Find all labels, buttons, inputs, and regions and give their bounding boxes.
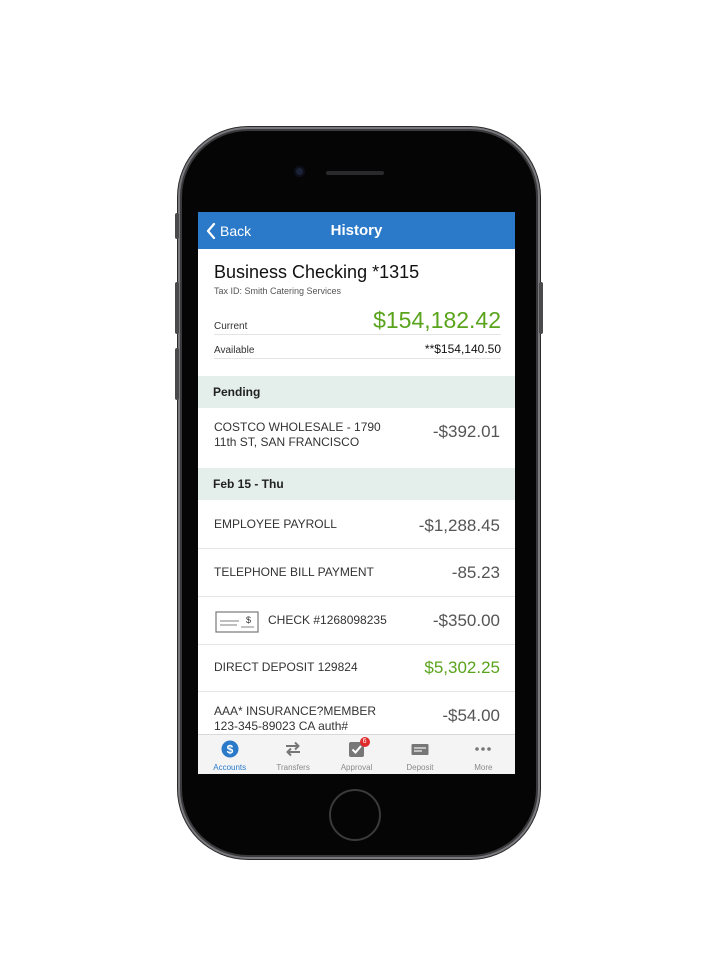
tab-accounts[interactable]: $ Accounts [198,735,261,774]
transaction-description: EMPLOYEE PAYROLL [214,517,337,531]
transaction-row[interactable]: $ CHECK #1268098235 -$350.00 [198,597,515,645]
account-name: Business Checking *1315 [214,262,420,282]
available-label: Available [214,345,255,356]
tab-label: Accounts [213,763,247,772]
front-camera [294,166,305,177]
tab-more[interactable]: More [452,735,515,774]
available-balance-row: Available **$154,140.50 [214,338,501,359]
tab-label: Deposit [406,763,434,772]
tab-label: More [474,763,493,772]
transaction-amount: $5,302.25 [424,658,500,677]
transaction-row[interactable]: DIRECT DEPOSIT 129824 $5,302.25 [198,645,515,692]
power-button [539,282,543,334]
back-label: Back [220,222,252,239]
transaction-amount: -85.23 [451,563,500,582]
current-balance: $154,182.42 [373,307,501,333]
more-dots-icon [475,747,492,751]
transaction-description: CHECK #1268098235 [268,613,387,627]
current-label: Current [214,321,248,332]
earpiece-speaker [326,171,384,175]
tab-deposit[interactable]: Deposit [388,735,451,774]
account-summary: Business Checking *1315 Tax ID: Smith Ca… [214,262,501,296]
section-header-pending: Pending [198,376,515,408]
section-label: Pending [213,385,261,399]
mute-switch [175,213,179,239]
transaction-row[interactable]: COSTCO WHOLESALE - 1790 11th ST, SAN FRA… [198,408,515,469]
section-label: Feb 15 - Thu [213,477,284,491]
tax-id: Tax ID: Smith Catering Services [214,286,342,296]
nav-bar: Back History [198,212,515,249]
transaction-description: DIRECT DEPOSIT 129824 [214,660,358,674]
transfer-arrows-icon [286,741,301,757]
transaction-amount: -$1,288.45 [418,516,500,535]
deposit-check-icon [411,744,429,755]
transaction-description: AAA* INSURANCE?MEMBER 123-345-89023 CA a… [214,704,377,733]
current-balance-row: Current $154,182.42 [214,307,501,335]
approval-badge: 6 [359,737,370,747]
tab-label: Transfers [276,763,310,772]
svg-text:$: $ [226,743,233,757]
back-button[interactable]: Back [206,212,251,249]
app-screen: Back History Business Checking *1315 Tax… [198,212,515,774]
check-image-icon: $ [215,611,259,633]
volume-down-button [175,348,179,400]
transaction-row[interactable]: EMPLOYEE PAYROLL -$1,288.45 [198,500,515,549]
transaction-amount: -$350.00 [432,611,500,630]
section-header-date: Feb 15 - Thu [198,468,515,500]
chevron-left-icon [206,222,216,239]
tab-bar: $ Accounts Transfers 6 Approval Deposit … [198,734,515,774]
tab-transfers[interactable]: Transfers [261,735,324,774]
svg-text:$: $ [246,615,251,625]
transaction-description: COSTCO WHOLESALE - 1790 11th ST, SAN FRA… [214,420,381,449]
transaction-row[interactable]: TELEPHONE BILL PAYMENT -85.23 [198,549,515,597]
transaction-amount: -$54.00 [442,706,500,725]
dollar-icon: $ [221,740,239,758]
volume-up-button [175,282,179,334]
transaction-amount: -$392.01 [432,422,500,441]
transaction-description: TELEPHONE BILL PAYMENT [214,565,374,579]
available-balance: **$154,140.50 [424,342,501,356]
tab-approval[interactable]: 6 Approval [325,735,388,774]
home-button[interactable] [329,789,381,841]
tab-label: Approval [340,763,373,772]
